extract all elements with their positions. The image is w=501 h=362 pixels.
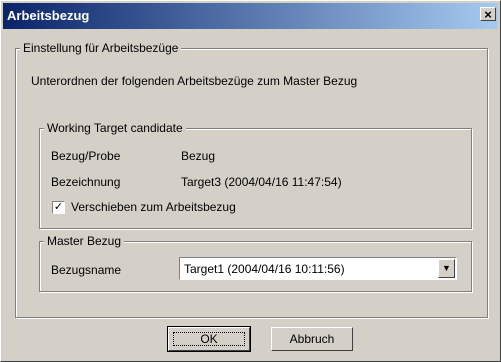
name-label: Bezeichnung [51, 175, 121, 189]
move-checkbox-label[interactable]: Verschieben zum Arbeitsbezug [71, 200, 236, 214]
master-group-legend: Master Bezug [44, 234, 125, 248]
cancel-button[interactable]: Abbruch [271, 327, 353, 351]
arbeitsbezug-dialog: Arbeitsbezug × Einstellung für Arbeitsbe… [0, 0, 501, 362]
check-icon: ✓ [53, 201, 64, 213]
reference-value: Bezug [181, 149, 216, 163]
settings-group-legend: Einstellung für Arbeitsbezüge [20, 41, 182, 55]
cancel-button-label: Abbruch [289, 332, 335, 346]
ok-button-label: OK [200, 332, 218, 346]
close-icon[interactable]: × [480, 7, 496, 21]
chevron-down-icon[interactable]: ▼ [438, 259, 455, 278]
reference-label: Bezug/Probe [51, 149, 121, 163]
ok-button[interactable]: OK [167, 326, 251, 352]
master-name-selected: Target1 (2004/04/16 10:11:56) [184, 262, 345, 276]
title-bar[interactable]: Arbeitsbezug × [3, 3, 498, 29]
name-value: Target3 (2004/04/16 11:47:54) [181, 175, 342, 189]
master-name-label: Bezugsname [51, 263, 122, 277]
window-title: Arbeitsbezug [7, 8, 90, 23]
candidate-group-legend: Working Target candidate [44, 121, 186, 135]
master-name-select[interactable]: Target1 (2004/04/16 10:11:56) ▼ [179, 257, 457, 280]
move-checkbox[interactable]: ✓ [52, 201, 65, 214]
settings-description: Unterordnen der folgenden Arbeitsbezüge … [31, 74, 358, 88]
